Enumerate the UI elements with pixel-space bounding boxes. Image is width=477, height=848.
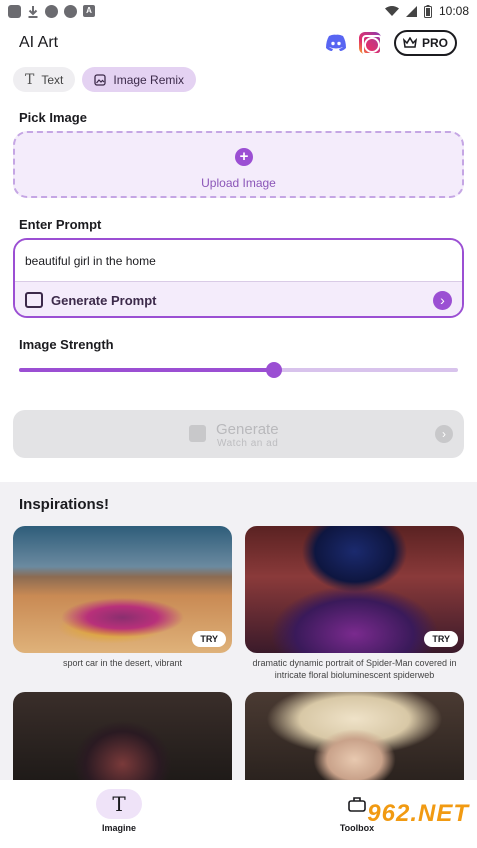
status-time: 10:08 (438, 4, 469, 18)
imagine-icon: T (96, 789, 142, 819)
upload-image-area[interactable]: + Upload Image (13, 131, 464, 198)
generate-label: Generate (216, 421, 279, 438)
car-image: TRY (13, 526, 232, 653)
image-strength-slider[interactable] (19, 362, 458, 378)
card-caption: dramatic dynamic portrait of Spider-Man … (252, 658, 457, 680)
ad-video-icon (189, 425, 206, 442)
sync-icon-2 (64, 4, 77, 18)
galaxy-jar-image (13, 692, 232, 782)
inspiration-card[interactable]: TRY dramatic dynamic portrait of Spider-… (245, 526, 464, 681)
inspirations-title: Inspirations! (19, 496, 110, 513)
chevron-right-icon: › (433, 290, 452, 310)
tab-image-remix[interactable]: Image Remix (82, 67, 197, 92)
status-bar: A 10:08 (0, 0, 477, 22)
app-notification-icon (8, 4, 21, 18)
app-title: AI Art (19, 34, 59, 51)
mode-tabs: T Text Image Remix (13, 67, 197, 92)
image-icon (94, 73, 107, 86)
pro-button[interactable]: PRO (394, 30, 457, 56)
upload-image-label: Upload Image (201, 176, 276, 190)
top-app-bar: AI Art PRO (0, 26, 477, 62)
signal-icon (405, 5, 417, 17)
nav-imagine-label: Imagine (101, 823, 136, 833)
sparkle-prompt-icon (25, 292, 43, 308)
slider-fill (19, 368, 274, 372)
tab-image-remix-label: Image Remix (113, 72, 185, 87)
try-badge[interactable]: TRY (192, 631, 226, 647)
prompt-box: Generate Prompt › (13, 238, 464, 318)
inspiration-card[interactable]: TRY sport car in the desert, vibrant (13, 526, 232, 669)
prompt-input[interactable] (15, 240, 462, 282)
portrait-image (245, 692, 464, 782)
inspirations-section: Inspirations! TRY sport car in the deser… (0, 482, 477, 782)
sync-icon (45, 4, 58, 18)
watermark: 962.NET (367, 800, 469, 827)
instagram-icon[interactable] (359, 32, 382, 55)
image-strength-label: Image Strength (19, 337, 114, 352)
notif-letter-icon: A (83, 5, 95, 17)
spiderman-image: TRY (245, 526, 464, 653)
battery-icon (423, 4, 432, 18)
try-badge[interactable]: TRY (424, 631, 458, 647)
pro-label: PRO (421, 36, 448, 50)
inspiration-card[interactable] (13, 692, 232, 782)
generate-prompt-button[interactable]: Generate Prompt › (15, 282, 462, 316)
plus-icon: + (235, 148, 253, 166)
crown-icon (402, 37, 417, 48)
discord-icon[interactable] (325, 34, 347, 52)
slider-thumb[interactable] (265, 362, 282, 378)
tab-text[interactable]: T Text (13, 67, 76, 92)
card-caption: sport car in the desert, vibrant (62, 658, 183, 668)
chevron-right-icon: › (435, 425, 453, 443)
inspiration-card[interactable] (245, 692, 464, 782)
nav-imagine[interactable]: T Imagine (84, 789, 154, 833)
generate-button[interactable]: Generate Watch an ad › (13, 410, 464, 458)
tab-text-label: Text (41, 72, 64, 87)
text-icon: T (25, 71, 35, 88)
enter-prompt-label: Enter Prompt (19, 217, 102, 232)
pick-image-label: Pick Image (19, 110, 87, 125)
generate-prompt-label: Generate Prompt (51, 292, 157, 308)
wifi-icon (384, 5, 399, 16)
download-icon (27, 5, 39, 18)
generate-sublabel: Watch an ad (217, 438, 279, 449)
